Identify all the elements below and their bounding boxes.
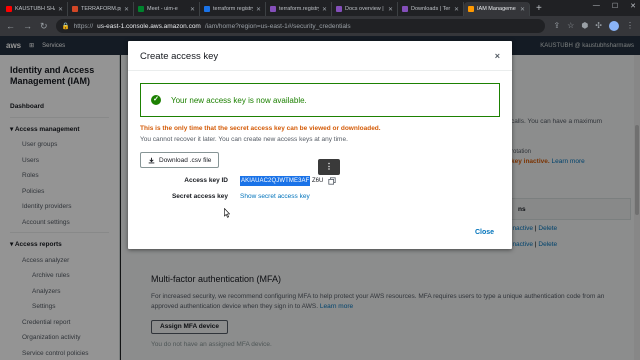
url-host: us-east-1.console.aws.amazon.com bbox=[97, 22, 201, 30]
window-controls: — ☐ ✕ bbox=[593, 2, 636, 10]
modal-title: Create access key bbox=[128, 41, 512, 71]
warning-bold-text: This is the only time that the secret ac… bbox=[140, 125, 381, 132]
access-key-id-tail[interactable]: Z6U bbox=[312, 176, 323, 186]
browser-extensions: ⇪ ☆ ⬢ ✣ ⋮ bbox=[553, 21, 634, 31]
lock-icon: 🔒 bbox=[61, 23, 70, 30]
url-path: /iam/home?region=us-east-1#/security_cre… bbox=[204, 22, 351, 30]
tab-close-icon[interactable]: ✕ bbox=[190, 6, 195, 13]
tab-close-icon[interactable]: ✕ bbox=[58, 6, 63, 13]
tab-favicon-icon bbox=[402, 6, 408, 12]
success-alert: ✓ Your new access key is now available. bbox=[140, 83, 500, 117]
download-icon bbox=[148, 157, 155, 163]
tab-close-icon[interactable]: ✕ bbox=[256, 6, 261, 13]
close-icon[interactable]: × bbox=[495, 51, 500, 61]
share-icon[interactable]: ⇪ bbox=[553, 21, 560, 31]
mouse-cursor-icon bbox=[224, 208, 230, 218]
tab-favicon-icon bbox=[138, 6, 144, 12]
tab-favicon-icon bbox=[72, 6, 78, 12]
puzzle-icon[interactable]: ✣ bbox=[595, 21, 602, 31]
download-csv-label: Download .csv file bbox=[159, 156, 212, 164]
maximize-icon[interactable]: ☐ bbox=[612, 2, 618, 10]
browser-tab[interactable]: KAUSTUBH SHA ✕ bbox=[2, 2, 68, 16]
tab-label: TERRAFORM.pptx bbox=[81, 6, 121, 12]
more-options-popup[interactable]: ⋮ bbox=[318, 159, 340, 175]
secret-access-key-label: Secret access key bbox=[171, 193, 228, 200]
tab-close-icon[interactable]: ✕ bbox=[454, 6, 459, 13]
tab-label: Downloads | Ter bbox=[411, 6, 451, 12]
menu-icon[interactable]: ⋮ bbox=[626, 21, 634, 31]
success-message: Your new access key is now available. bbox=[171, 95, 307, 105]
tab-label: IAM Manageme bbox=[477, 6, 516, 12]
copy-icon[interactable] bbox=[328, 177, 336, 185]
tab-favicon-icon bbox=[270, 6, 276, 12]
download-csv-button[interactable]: Download .csv file bbox=[140, 152, 220, 168]
minimize-icon[interactable]: — bbox=[593, 2, 600, 10]
browser-tab[interactable]: Docs overview | Te✕ bbox=[332, 2, 398, 16]
tab-label: terraform.registry bbox=[279, 6, 319, 12]
star-icon[interactable]: ☆ bbox=[567, 21, 574, 31]
url-input[interactable]: 🔒 https://us-east-1.console.aws.amazon.c… bbox=[55, 19, 546, 33]
close-window-icon[interactable]: ✕ bbox=[630, 2, 636, 10]
tab-favicon-icon bbox=[204, 6, 210, 12]
browser-tab[interactable]: terraform registry ✕ bbox=[200, 2, 266, 16]
forward-icon[interactable]: → bbox=[23, 21, 32, 31]
tab-close-icon[interactable]: ✕ bbox=[124, 6, 129, 13]
tab-close-icon[interactable]: ✕ bbox=[322, 6, 327, 13]
tab-close-icon[interactable]: ✕ bbox=[388, 6, 393, 13]
browser-tab-bar: KAUSTUBH SHA✕TERRAFORM.pptx✕Meet - uim-e… bbox=[0, 0, 640, 16]
browser-tab[interactable]: Meet - uim-e ✕ bbox=[134, 2, 200, 16]
extension-icon[interactable]: ⬢ bbox=[581, 21, 588, 31]
access-key-id-value[interactable]: AKIAUAC2QJWTME3AF bbox=[240, 176, 311, 186]
browser-tab[interactable]: terraform.registry ✕ bbox=[266, 2, 332, 16]
tab-label: KAUSTUBH SHA bbox=[15, 6, 55, 12]
tab-favicon-icon bbox=[336, 6, 342, 12]
browser-tab[interactable]: Downloads | Ter ✕ bbox=[398, 2, 464, 16]
new-tab-button[interactable]: + bbox=[530, 2, 548, 16]
create-access-key-modal: Create access key × ✓ Your new access ke… bbox=[128, 41, 512, 249]
close-button[interactable]: Close bbox=[475, 229, 494, 236]
url-prefix: https:// bbox=[73, 22, 94, 30]
tab-label: Docs overview | Te bbox=[345, 6, 385, 12]
profile-avatar[interactable] bbox=[609, 21, 619, 31]
access-key-id-label: Access key ID bbox=[184, 177, 228, 184]
tab-label: terraform registry bbox=[213, 6, 253, 12]
tab-label: Meet - uim-e bbox=[147, 6, 178, 12]
show-secret-key-link[interactable]: Show secret access key bbox=[240, 193, 310, 200]
tab-close-icon[interactable]: ✕ bbox=[520, 6, 525, 13]
browser-tab[interactable]: IAM Manageme ✕ bbox=[464, 2, 530, 16]
check-circle-icon: ✓ bbox=[151, 95, 161, 105]
reload-icon[interactable]: ↻ bbox=[40, 21, 48, 32]
address-bar-row: ← → ↻ 🔒 https://us-east-1.console.aws.am… bbox=[0, 16, 640, 36]
tab-favicon-icon bbox=[468, 6, 474, 12]
back-icon[interactable]: ← bbox=[6, 21, 15, 31]
warning-text: You cannot recover it later. You can cre… bbox=[140, 136, 348, 143]
browser-tab[interactable]: TERRAFORM.pptx✕ bbox=[68, 2, 134, 16]
tab-favicon-icon bbox=[6, 6, 12, 12]
